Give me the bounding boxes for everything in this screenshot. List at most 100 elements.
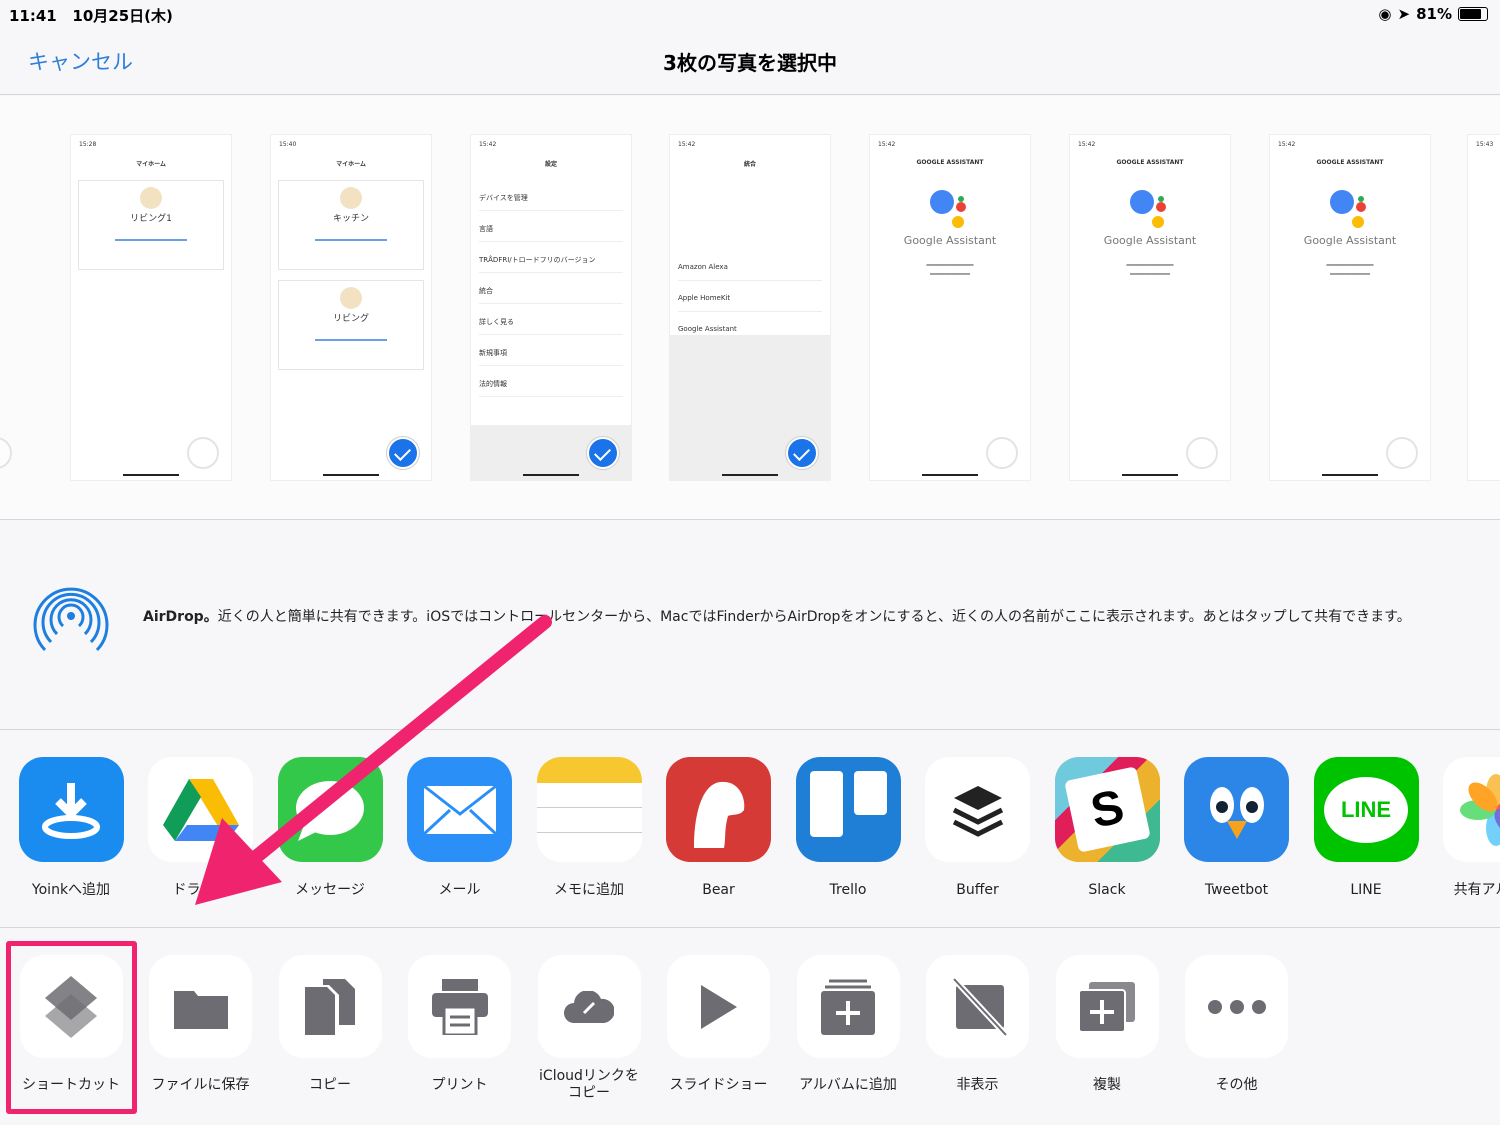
nav-bar: キャンセル 3枚の写真を選択中 xyxy=(0,28,1500,95)
action-label: ファイルに保存 xyxy=(151,1077,250,1093)
select-circle[interactable] xyxy=(1186,437,1218,469)
thumb-card: キッチン xyxy=(278,180,424,270)
select-circle[interactable] xyxy=(0,437,12,469)
app-label: Trello xyxy=(829,882,867,898)
action-duplicate[interactable]: 複製 xyxy=(1042,955,1172,1094)
thumb-row: TRÅDFRI/トロードフリのバージョン xyxy=(479,247,623,273)
thumb-time: 15:42 xyxy=(1278,141,1296,148)
shortcuts-icon xyxy=(19,955,123,1058)
thumb-header: GOOGLE ASSISTANT xyxy=(1116,159,1184,166)
app-label: Tweetbot xyxy=(1204,882,1269,898)
share-app-line[interactable]: LINE LINE xyxy=(1301,757,1431,899)
thumb-header: GOOGLE ASSISTANT xyxy=(916,159,984,166)
selected-checkmark-icon[interactable] xyxy=(387,437,419,469)
app-label: メッセージ xyxy=(295,882,365,898)
share-app-trello[interactable]: Trello xyxy=(783,757,913,899)
photo-thumbnail[interactable]: 15:28 マイホーム リビング1 xyxy=(71,135,231,480)
photos-icon xyxy=(1443,757,1500,862)
folder-icon xyxy=(149,955,252,1058)
action-label: その他 xyxy=(1215,1077,1258,1093)
action-print[interactable]: プリント xyxy=(395,955,525,1094)
action-shortcuts[interactable]: ショートカット xyxy=(6,955,136,1094)
select-circle[interactable] xyxy=(986,437,1018,469)
photo-thumbnail[interactable]: 15:42 GOOGLE ASSISTANT Google Assistant ━━━… xyxy=(870,135,1030,480)
share-app-bear[interactable]: Bear xyxy=(654,757,784,899)
app-share-row: Yoinkへ追加 ドライブ メッセージ メール メモに追加 Bear Trello Buffe… xyxy=(0,731,1500,928)
select-circle[interactable] xyxy=(187,437,219,469)
icloud-link-icon xyxy=(537,955,641,1058)
share-app-google-drive[interactable]: ドライブ xyxy=(136,757,266,899)
hide-icon xyxy=(926,955,1029,1058)
app-label: Yoinkへ追加 xyxy=(31,882,111,898)
thumb-time: 15:28 xyxy=(79,141,97,148)
action-label: 非表示 xyxy=(956,1077,999,1093)
battery-icon xyxy=(1458,7,1488,21)
trello-icon xyxy=(795,757,901,862)
action-folder[interactable]: ファイルに保存 xyxy=(136,955,266,1094)
messages-icon xyxy=(277,757,383,862)
thumb-row: デバイスを管理 xyxy=(479,185,623,211)
photo-thumbnail[interactable]: 15:40 マイホーム キッチン リビング xyxy=(271,135,431,480)
share-app-tweetbot[interactable]: Tweetbot xyxy=(1172,757,1302,899)
google-drive-icon xyxy=(148,757,253,862)
thumb-card: リビング xyxy=(278,280,424,370)
photo-thumbnail[interactable]: 15:42 統合 Amazon Alexa Apple HomeKit Google A… xyxy=(670,135,830,480)
selected-checkmark-icon[interactable] xyxy=(786,437,818,469)
location-icon: ➤ xyxy=(1397,5,1411,23)
thumb-card: リビング1 xyxy=(78,180,224,270)
tweetbot-icon xyxy=(1184,757,1289,862)
action-label: 複製 xyxy=(1093,1077,1121,1093)
thumb-row: Amazon Alexa xyxy=(678,255,822,281)
action-label: ショートカット xyxy=(22,1077,120,1093)
share-app-yoink[interactable]: Yoinkへ追加 xyxy=(6,757,136,899)
share-app-photos[interactable]: 共有アルバム xyxy=(1431,757,1500,899)
share-app-buffer[interactable]: Buffer xyxy=(913,757,1043,899)
share-app-notes[interactable]: メモに追加 xyxy=(524,757,654,899)
app-label: 共有アルバム xyxy=(1453,882,1500,898)
add-album-icon xyxy=(796,955,900,1058)
select-circle[interactable] xyxy=(1386,437,1418,469)
photo-thumbnail[interactable]: 15:43 xyxy=(1468,135,1500,480)
airdrop-icon xyxy=(33,587,109,652)
thumb-row: 法的情報 xyxy=(479,371,623,397)
app-label: Slack xyxy=(1088,882,1126,898)
thumb-row: 統合 xyxy=(479,278,623,304)
share-app-slack[interactable]: S Slack xyxy=(1042,757,1172,899)
line-icon: LINE xyxy=(1313,757,1419,862)
wifi-icon: ◉ xyxy=(1378,5,1392,23)
thumb-row: 詳しく見る xyxy=(479,309,623,335)
share-app-messages[interactable]: メッセージ xyxy=(265,757,395,899)
app-label: LINE xyxy=(1350,882,1382,898)
action-hide[interactable]: 非表示 xyxy=(913,955,1043,1094)
thumb-time: 15:42 xyxy=(878,141,896,148)
action-label: iCloudリンクをコピー xyxy=(539,1068,639,1101)
thumb-row: 言語 xyxy=(479,216,623,242)
share-app-mail[interactable]: メール xyxy=(395,757,525,899)
action-play[interactable]: スライドショー xyxy=(654,955,784,1094)
photo-thumbnail[interactable]: 15:42 GOOGLE ASSISTANT Google Assistant ━━━… xyxy=(1270,135,1430,480)
action-more[interactable]: その他 xyxy=(1172,955,1302,1094)
photo-strip[interactable]: 15:28 マイホーム リビング1 15:40 マイホーム キッチン リビング 15:42 設定… xyxy=(0,96,1500,520)
google-assistant-logo: Google Assistant ━━━━━━━━━━━━━ ━━━━━━━━━━━ xyxy=(870,190,1030,279)
page-title: 3枚の写真を選択中 xyxy=(663,51,837,75)
thumb-header: マイホーム xyxy=(336,161,366,168)
photo-thumbnail[interactable]: 15:42 設定 デバイスを管理 言語 TRÅDFRI/トロードフリのバージョン 統合 詳し… xyxy=(471,135,631,480)
action-add-album[interactable]: アルバムに追加 xyxy=(783,955,913,1094)
yoink-icon xyxy=(18,757,124,862)
buffer-icon xyxy=(925,757,1030,862)
app-label: メール xyxy=(438,882,481,898)
slack-icon: S xyxy=(1054,757,1160,862)
google-assistant-logo: Google Assistant ━━━━━━━━━━━━━ ━━━━━━━━━━━ xyxy=(1070,190,1230,279)
selected-checkmark-icon[interactable] xyxy=(587,437,619,469)
print-icon xyxy=(408,955,511,1058)
action-copy[interactable]: コピー xyxy=(265,955,395,1094)
photo-thumbnail[interactable]: 15:42 GOOGLE ASSISTANT Google Assistant ━━━… xyxy=(1070,135,1230,480)
app-label: ドライブ xyxy=(172,882,229,898)
copy-icon xyxy=(278,955,382,1058)
thumb-time: 15:43 xyxy=(1476,141,1494,148)
airdrop-section: AirDrop。近くの人と簡単に共有できます。iOSではコントロールセンターから… xyxy=(0,521,1500,730)
action-row: ショートカット ファイルに保存 コピー プリント iCloudリンクをコピー スライドショ… xyxy=(0,929,1500,1125)
action-icloud-link[interactable]: iCloudリンクをコピー xyxy=(524,955,654,1102)
app-label: Bear xyxy=(702,882,735,898)
action-label: コピー xyxy=(309,1077,351,1093)
